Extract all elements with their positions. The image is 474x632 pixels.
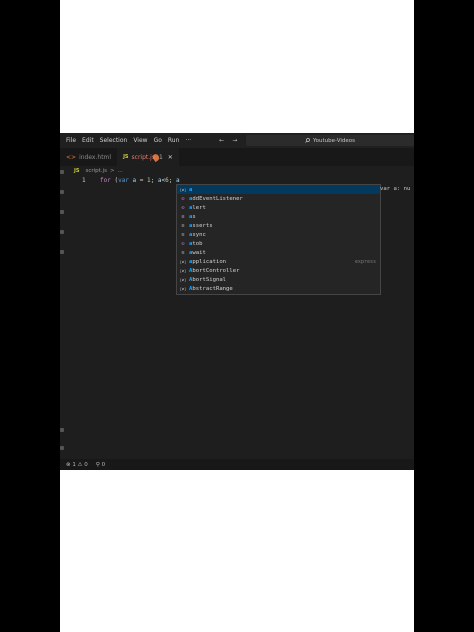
suggestion-label: pplication xyxy=(192,258,227,265)
explorer-icon[interactable] xyxy=(60,170,64,174)
keyword-icon: ☰ xyxy=(181,232,185,237)
suggestion-label: bortController xyxy=(192,267,240,274)
js-file-icon: JS xyxy=(74,168,80,174)
suggestion-match: a xyxy=(189,186,193,193)
keyword-icon: ☰ xyxy=(181,214,185,219)
suggestion-detail-hover: var a: nu xyxy=(380,186,411,192)
function-icon: ⊙ xyxy=(181,240,185,247)
menu-run[interactable]: Run xyxy=(168,137,180,144)
suggestion-item[interactable]: [ø] a pplication express xyxy=(177,257,380,266)
function-icon: ⊙ xyxy=(181,204,185,211)
suggestion-item[interactable]: ⊙ a lert xyxy=(177,203,380,212)
code-token: ; xyxy=(150,177,158,184)
suggestion-label: bstractRange xyxy=(192,285,233,292)
variable-icon: [ø] xyxy=(179,286,187,291)
suggestion-label: sserts xyxy=(192,222,213,229)
code-token: var xyxy=(118,177,129,184)
suggestion-item[interactable]: [ø] a xyxy=(177,185,380,194)
suggestion-label: ddEventListener xyxy=(192,195,243,202)
code-editor-window: File Edit Selection View Go Run ··· ← → … xyxy=(60,133,414,470)
keyword-icon: ☰ xyxy=(181,250,185,255)
code-token: = xyxy=(136,177,148,184)
line-number: 1 xyxy=(82,177,86,184)
breadcrumb-separator: > xyxy=(109,168,115,174)
suggestion-item[interactable]: [ø] AbortSignal xyxy=(177,275,380,284)
tab-label: index.html xyxy=(79,153,112,161)
menu-bar: File Edit Selection View Go Run ··· ← → … xyxy=(60,133,414,148)
ports-status[interactable]: ⚲ 0 xyxy=(96,462,105,468)
suggestion-item[interactable]: ⊙ a ddEventListener xyxy=(177,194,380,203)
suggestion-item[interactable]: [ø] AbstractRange xyxy=(177,284,380,293)
settings-gear-icon[interactable] xyxy=(60,446,64,450)
suggestion-item[interactable]: ☰ a sync xyxy=(177,230,380,239)
menu-edit[interactable]: Edit xyxy=(82,137,94,144)
search-icon[interactable] xyxy=(60,190,64,194)
activity-bar xyxy=(60,166,64,456)
menu-view[interactable]: View xyxy=(133,137,147,144)
close-icon[interactable]: ✕ xyxy=(168,154,173,161)
suggestion-item[interactable]: ⊙ a tob xyxy=(177,239,380,248)
account-icon[interactable] xyxy=(60,428,64,432)
menu-go[interactable]: Go xyxy=(154,137,162,144)
command-center-search[interactable]: Youtube-Videos xyxy=(246,135,414,146)
code-line[interactable]: for (var a = 1; a<6; a xyxy=(100,177,180,184)
variable-icon: [ø] xyxy=(179,187,187,192)
suggestion-label: wait xyxy=(192,249,206,256)
keyword-icon: ☰ xyxy=(181,223,185,228)
run-debug-icon[interactable] xyxy=(60,230,64,234)
breadcrumb-symbol[interactable]: ... xyxy=(118,168,123,174)
search-text: Youtube-Videos xyxy=(313,137,355,144)
suggestion-item[interactable]: ☰ a wait xyxy=(177,248,380,257)
tab-index-html[interactable]: <> index.html xyxy=(60,148,117,166)
suggestion-label: sync xyxy=(192,231,206,238)
suggestion-item[interactable]: [ø] AbortController xyxy=(177,266,380,275)
autocomplete-suggestions: [ø] a ⊙ a ddEventListener ⊙ a lert ☰ a s ☰ a sserts ☰ a… xyxy=(176,184,381,295)
menu-more[interactable]: ··· xyxy=(185,137,191,144)
html-file-icon: <> xyxy=(66,153,77,161)
search-icon xyxy=(305,138,310,143)
suggestion-label: lert xyxy=(192,204,206,211)
editor-tabs: <> index.html JS script.js 1 ✕ xyxy=(60,148,414,166)
suggestion-item[interactable]: ☰ a sserts xyxy=(177,221,380,230)
code-token: ( xyxy=(110,177,119,184)
suggestion-label: bortSignal xyxy=(192,276,227,283)
source-control-icon[interactable] xyxy=(60,210,64,214)
problems-status[interactable]: ⊗ 1 ⚠ 0 xyxy=(66,462,88,468)
code-token: for xyxy=(100,177,111,184)
suggestion-label: tob xyxy=(192,240,203,247)
back-arrow-icon[interactable]: ← xyxy=(219,137,224,144)
code-token: a xyxy=(175,177,180,184)
tab-script-js[interactable]: JS script.js 1 ✕ xyxy=(117,148,179,166)
breadcrumb: JS script.js > ... xyxy=(74,168,123,174)
menu-file[interactable]: File xyxy=(66,137,76,144)
variable-icon: [ø] xyxy=(179,268,187,273)
extensions-icon[interactable] xyxy=(60,250,64,254)
function-icon: ⊙ xyxy=(181,195,185,202)
breadcrumb-file[interactable]: script.js xyxy=(85,168,106,174)
variable-icon: [ø] xyxy=(179,277,187,282)
status-bar: ⊗ 1 ⚠ 0 ⚲ 0 xyxy=(60,459,414,470)
suggestion-source: express xyxy=(354,258,376,265)
js-file-icon: JS xyxy=(123,154,129,160)
variable-icon: [ø] xyxy=(179,259,187,264)
forward-arrow-icon[interactable]: → xyxy=(232,137,237,144)
suggestion-label: s xyxy=(192,213,196,220)
menu-selection[interactable]: Selection xyxy=(100,137,128,144)
code-token: ; xyxy=(168,177,176,184)
suggestion-item[interactable]: ☰ a s xyxy=(177,212,380,221)
